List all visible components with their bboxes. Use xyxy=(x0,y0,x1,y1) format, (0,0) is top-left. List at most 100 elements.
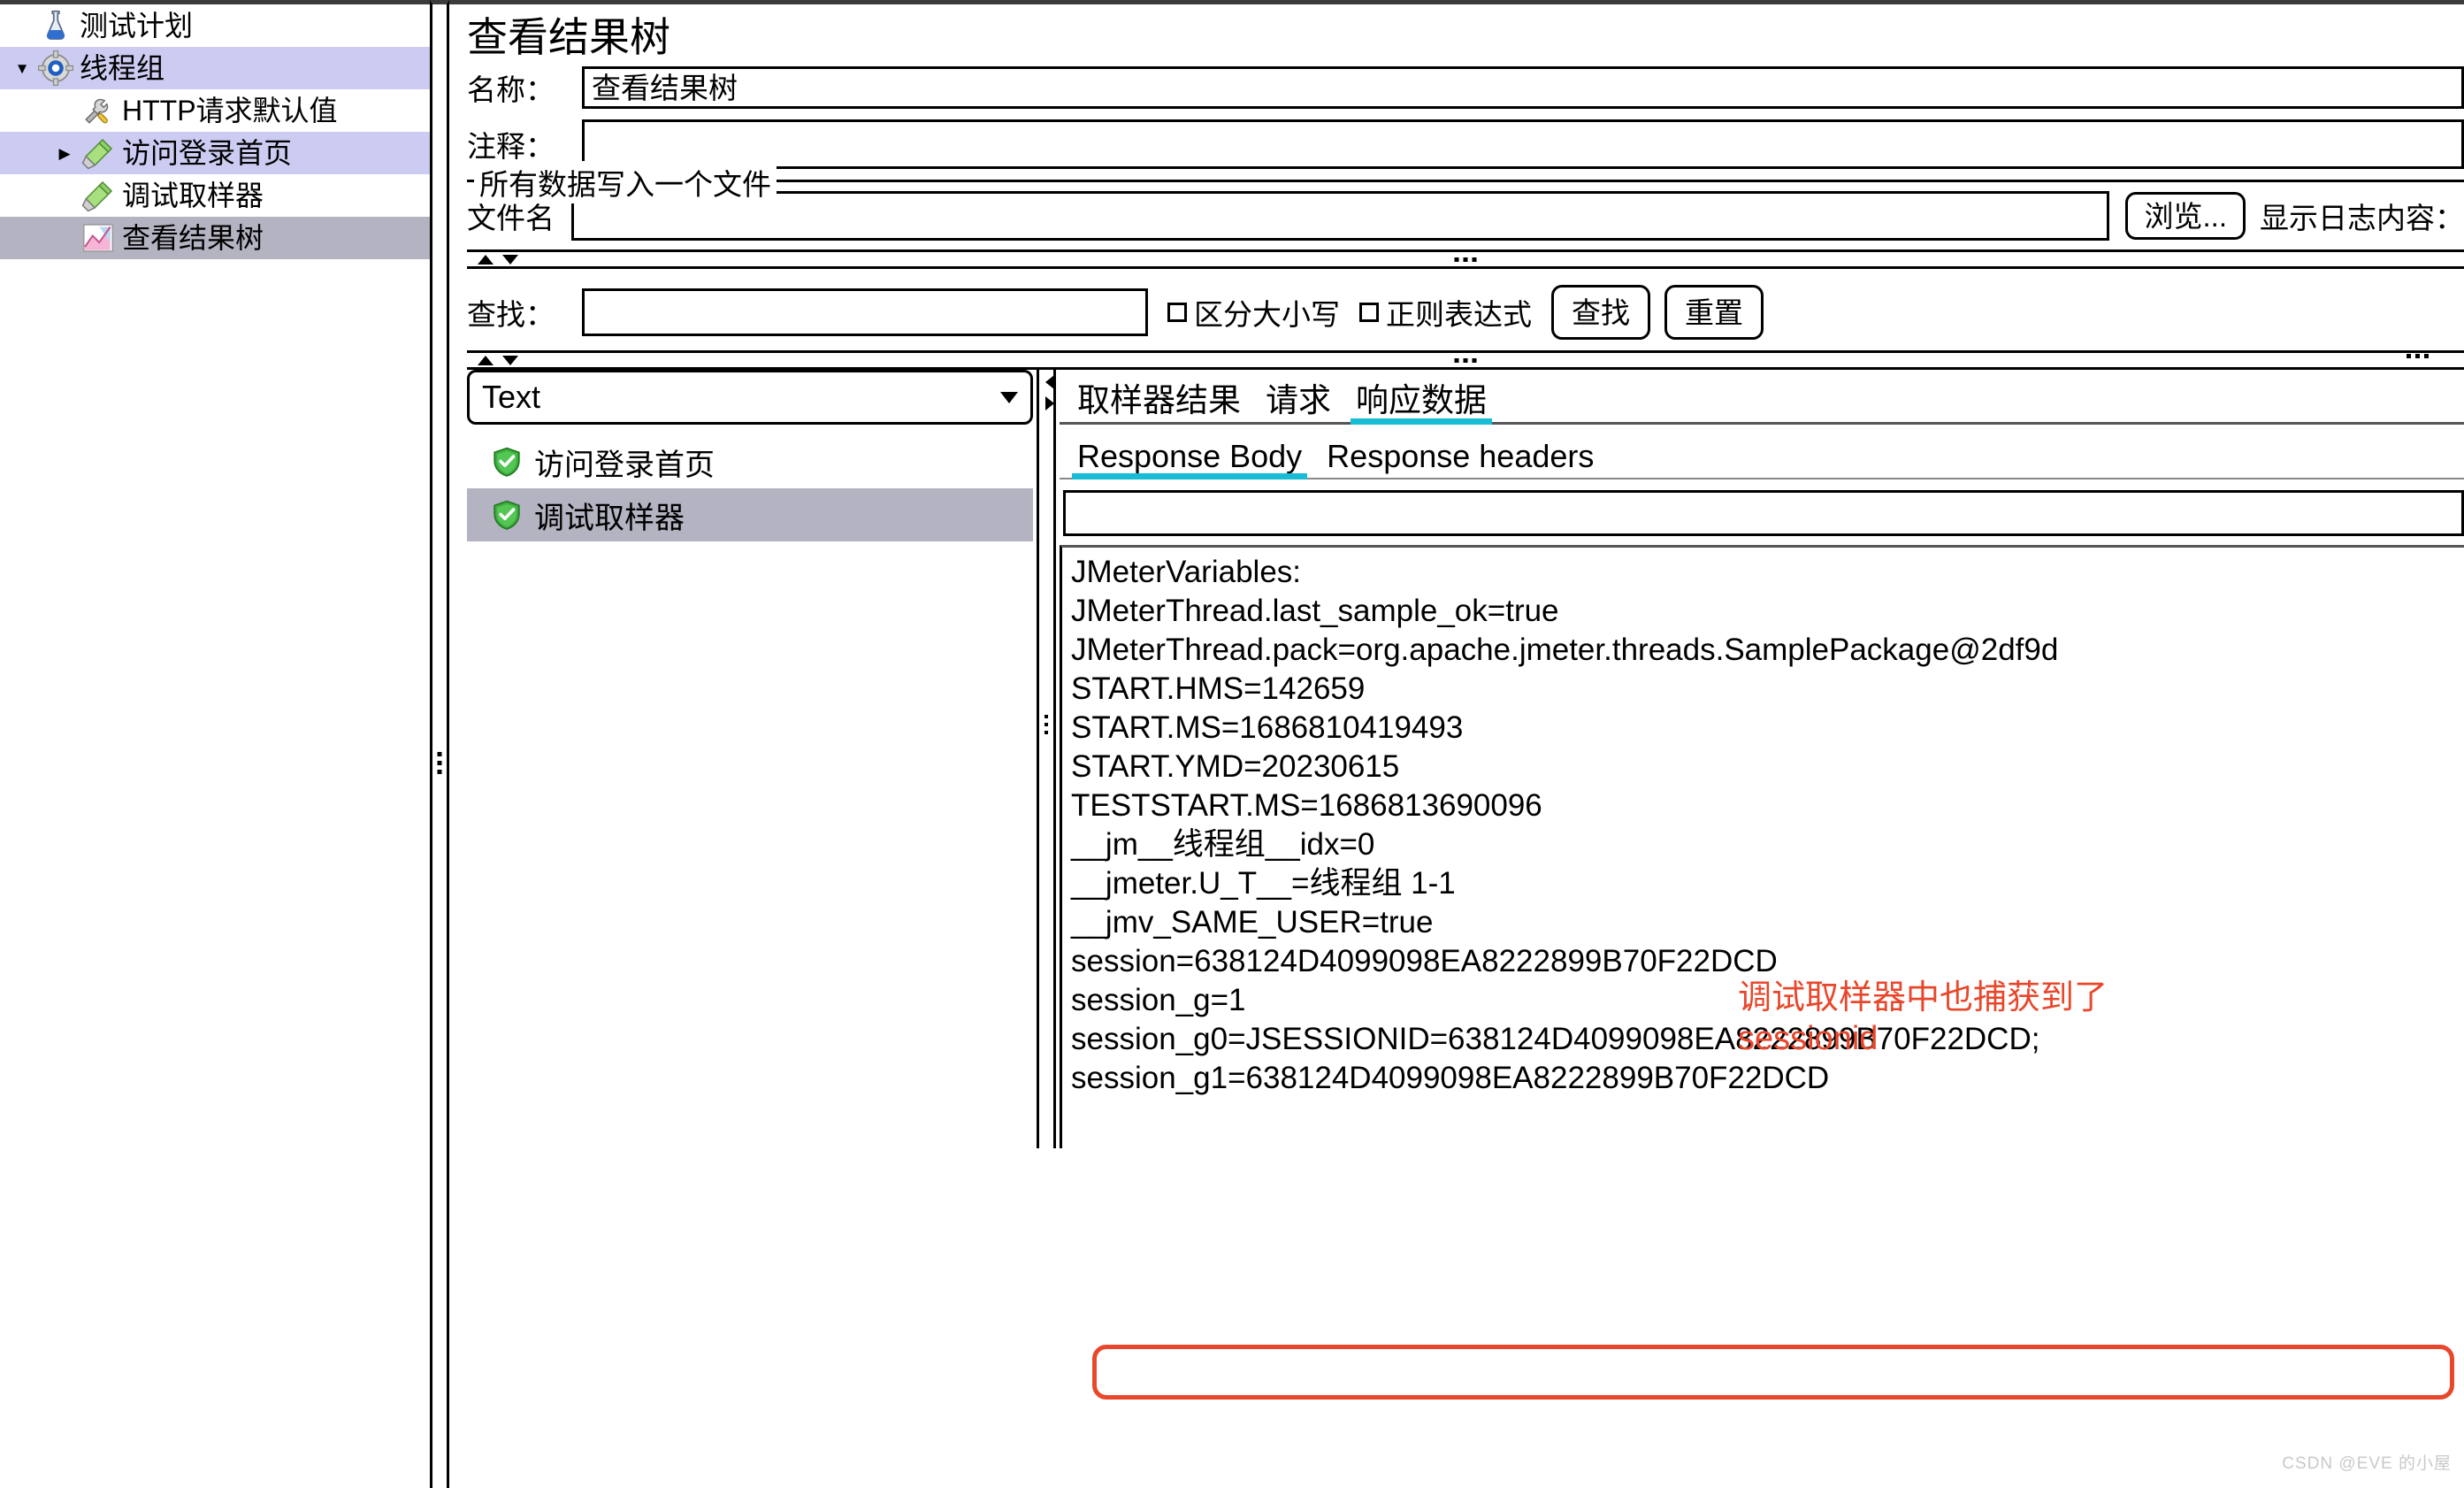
subtab-1[interactable]: Response headers xyxy=(1314,441,1606,478)
response-line-1: JMeterThread.last_sample_ok=true xyxy=(1071,594,1559,628)
results-detail-splitter[interactable] xyxy=(1037,370,1056,1148)
response-line-0: JMeterVariables: xyxy=(1071,555,1302,589)
scroll-right-icon[interactable] xyxy=(1045,396,1054,410)
splitter-arrows-2[interactable] xyxy=(467,355,518,365)
collapse-up-icon[interactable] xyxy=(478,254,494,265)
search-buttons: 查找 重置 xyxy=(1551,285,1764,340)
regex-checkbox[interactable]: 正则表达式 xyxy=(1359,291,1532,334)
tab-label: Response headers xyxy=(1327,438,1595,474)
tree-main-splitter[interactable] xyxy=(430,0,449,1488)
case-sensitive-box-icon[interactable] xyxy=(1167,303,1187,322)
case-sensitive-label: 区分大小写 xyxy=(1194,298,1340,331)
response-line-5: START.YMD=20230615 xyxy=(1071,749,1400,784)
shield-ok-icon xyxy=(492,500,522,530)
scroll-left-icon[interactable] xyxy=(1045,375,1054,389)
response-line-13: session_g1=638124D4099098EA8222899B70F22… xyxy=(1071,1061,1830,1095)
tab-label: Response Body xyxy=(1077,438,1303,474)
detail-tabbar[interactable]: 取样器结果 请求 响应数据 xyxy=(1060,370,2464,425)
splitter-grip-2[interactable] xyxy=(1045,715,1048,734)
tree-item-2[interactable]: · HTTP请求默认值 xyxy=(0,89,430,132)
http-defaults-icon xyxy=(80,93,117,128)
watermark: CSDN @EVE 的小屋 xyxy=(2282,1454,2452,1473)
tree-item-3[interactable]: ▶ 访问登录首页 xyxy=(0,132,430,174)
tree-spacer: · xyxy=(50,231,80,246)
test-plan-icon xyxy=(37,8,74,43)
name-row: 名称： 查看结果树 xyxy=(467,66,2464,109)
write-all-data-group: 所有数据写入一个文件 文件名 浏览... 显示日志内容： xyxy=(467,161,2464,241)
view-results-tree-panel: 查看结果树 名称： 查看结果树 注释： 所有数据写入一个文件 文件名 浏览...… xyxy=(449,0,2464,1488)
panel-grip-dots[interactable] xyxy=(2407,354,2429,358)
tree-item-label: 查看结果树 xyxy=(122,222,264,254)
response-line-3: START.HMS=142659 xyxy=(1071,671,1366,706)
result-item-label: 调试取样器 xyxy=(534,501,685,535)
search-input[interactable] xyxy=(582,288,1148,336)
expand-toggle-open-icon[interactable]: ▼ xyxy=(7,61,37,76)
tab-label: 请求 xyxy=(1266,382,1331,418)
reset-button[interactable]: 重置 xyxy=(1664,285,1764,340)
splitter-dots-2[interactable] xyxy=(1454,357,1477,363)
tree-item-1[interactable]: ▼ 线程组 xyxy=(0,47,430,89)
find-button[interactable]: 查找 xyxy=(1551,285,1650,340)
result-item-label: 访问登录首页 xyxy=(534,448,715,482)
log-content-label: 显示日志内容： xyxy=(2260,202,2464,234)
tree-spacer: · xyxy=(50,104,80,119)
name-input[interactable]: 查看结果树 xyxy=(582,66,2464,109)
result-item-0[interactable]: 访问登录首页 xyxy=(467,435,1033,488)
tab-scroll-arrows[interactable] xyxy=(1045,375,1054,410)
top-horizontal-splitter[interactable] xyxy=(467,249,2464,269)
renderer-select[interactable]: Text xyxy=(467,370,1033,425)
name-label: 名称： xyxy=(467,73,555,106)
bottom-horizontal-splitter[interactable] xyxy=(467,350,2464,370)
collapse-up-icon-2[interactable] xyxy=(478,355,494,365)
response-line-6: TESTSTART.MS=1686813690096 xyxy=(1071,788,1542,823)
tree-spacer: · xyxy=(7,19,37,34)
test-plan-tree[interactable]: · 测试计划 ▼ 线程组 · HTTP请求默认值 ▶ 访问登录首页 · 调试取样器 · 查看结果树 xyxy=(0,0,430,1488)
write-all-data-group-title: 所有数据写入一个文件 xyxy=(474,161,777,203)
search-row: 查找： 区分大小写 正则表达式 查找 重置 xyxy=(467,285,2464,340)
chevron-down-icon[interactable] xyxy=(1000,391,1018,403)
splitter-dots[interactable] xyxy=(1454,257,1477,262)
response-line-9: __jmv_SAME_USER=true xyxy=(1071,905,1434,940)
subtab-0[interactable]: Response Body xyxy=(1065,438,1314,479)
response-tabbar[interactable]: Response Body Response headers xyxy=(1060,428,2464,479)
view-results-tree-icon xyxy=(80,220,117,256)
results-left-column: Text 访问登录首页 调试取样器 xyxy=(467,370,1033,1148)
tree-item-5[interactable]: · 查看结果树 xyxy=(0,217,430,259)
case-sensitive-checkbox[interactable]: 区分大小写 xyxy=(1167,291,1340,334)
thread-group-icon xyxy=(37,50,74,86)
tree-item-0[interactable]: · 测试计划 xyxy=(0,4,430,47)
tree-spacer: · xyxy=(50,188,80,203)
filename-input[interactable] xyxy=(571,191,2110,241)
search-label: 查找： xyxy=(467,298,555,331)
sampler-icon xyxy=(80,178,117,213)
tree-item-label: 调试取样器 xyxy=(122,180,264,211)
results-area: Text 访问登录首页 调试取样器 取样器结果 请求 响应数据 Response Bo… xyxy=(467,354,2464,1148)
response-search-input[interactable] xyxy=(1063,490,2464,536)
collapse-down-icon-2[interactable] xyxy=(502,355,518,365)
renderer-select-value: Text xyxy=(482,379,541,415)
splitter-grip[interactable] xyxy=(437,752,442,774)
expand-toggle-closed-icon[interactable]: ▶ xyxy=(50,146,80,161)
result-item-1[interactable]: 调试取样器 xyxy=(467,488,1033,541)
tree-item-label: 线程组 xyxy=(80,52,165,84)
comment-input[interactable] xyxy=(582,119,2464,169)
tab-0[interactable]: 取样器结果 xyxy=(1065,384,1253,422)
collapse-down-icon[interactable] xyxy=(502,254,518,265)
browse-button[interactable]: 浏览... xyxy=(2125,192,2246,240)
page-title: 查看结果树 xyxy=(467,14,670,60)
response-line-8: __jmeter.U_T__=线程组 1-1 xyxy=(1071,866,1456,901)
response-line-4: START.MS=1686810419493 xyxy=(1071,710,1464,745)
comment-label: 注释： xyxy=(467,130,555,163)
tab-2[interactable]: 响应数据 xyxy=(1343,382,1499,425)
sampler-result-list[interactable]: 访问登录首页 调试取样器 xyxy=(467,435,1033,541)
tree-item-label: 测试计划 xyxy=(80,10,194,42)
regex-box-icon[interactable] xyxy=(1359,303,1379,322)
regex-label: 正则表达式 xyxy=(1386,298,1532,331)
tab-1[interactable]: 请求 xyxy=(1253,384,1343,422)
tab-label: 响应数据 xyxy=(1356,382,1487,418)
response-line-10: session=638124D4099098EA8222899B70F22DCD xyxy=(1071,944,1778,978)
splitter-arrows[interactable] xyxy=(467,254,518,265)
shield-ok-icon xyxy=(492,447,522,477)
response-line-2: JMeterThread.pack=org.apache.jmeter.thre… xyxy=(1071,633,2059,667)
tree-item-4[interactable]: · 调试取样器 xyxy=(0,174,430,217)
